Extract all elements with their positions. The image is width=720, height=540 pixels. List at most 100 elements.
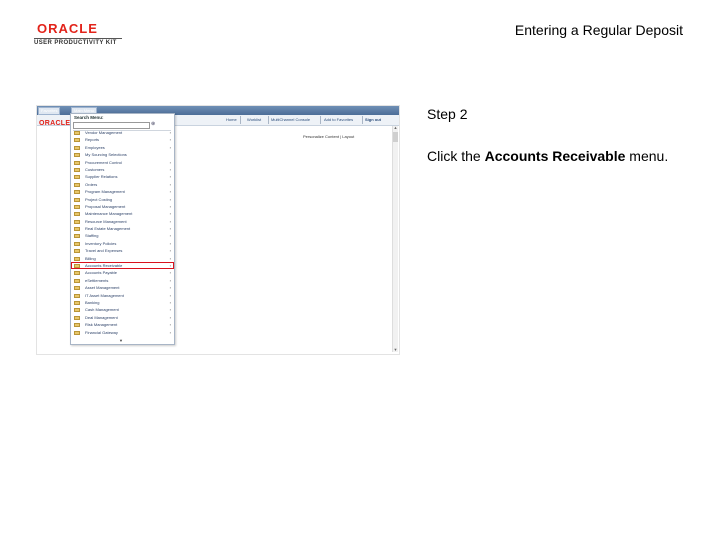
menu-item[interactable]: Banking ›	[71, 299, 174, 306]
folder-icon	[74, 167, 80, 172]
submenu-arrow-icon: ›	[169, 218, 171, 224]
menu-item-label: Accounts Receivable	[85, 263, 123, 269]
folder-icon	[74, 227, 80, 232]
menu-item[interactable]: Supplier Relations ›	[71, 173, 174, 180]
folder-icon	[74, 182, 80, 187]
submenu-arrow-icon: ›	[169, 189, 171, 195]
document-title: Entering a Regular Deposit	[514, 22, 683, 38]
vertical-scrollbar[interactable]: ▲ ▼	[392, 126, 398, 352]
menu-item[interactable]: Orders ›	[71, 181, 174, 188]
menu-search-go-icon[interactable]: ⊛	[151, 121, 155, 127]
menu-item-label: Asset Management	[85, 285, 120, 291]
menu-item-label: Travel and Expenses	[85, 248, 123, 254]
submenu-arrow-icon: ›	[169, 255, 171, 261]
menu-item-label: Inventory Policies	[85, 240, 117, 246]
logo-upk-text: USER PRODUCTIVITY KIT	[34, 38, 122, 46]
folder-icon	[74, 323, 80, 328]
menu-item[interactable]: Staffing ›	[71, 232, 174, 239]
menu-item[interactable]: Project Costing ›	[71, 196, 174, 203]
menu-item[interactable]: Reports ›	[71, 136, 174, 143]
menu-item[interactable]: Customers ›	[71, 166, 174, 173]
menu-item-label: Staffing	[85, 233, 99, 239]
nav-add-favorites-link[interactable]: Add to Favorites	[324, 117, 353, 122]
menu-item-label: Vendor Management	[85, 130, 123, 135]
menu-item[interactable]: Travel and Expenses ›	[71, 247, 174, 254]
menu-item[interactable]: Vendor Management ›	[71, 129, 174, 136]
submenu-arrow-icon: ›	[169, 299, 171, 305]
folder-icon	[74, 212, 80, 217]
oracle-upk-logo: ORACLE USER PRODUCTIVITY KIT	[34, 22, 124, 48]
submenu-arrow-icon: ›	[169, 130, 171, 135]
submenu-arrow-icon: ›	[169, 329, 171, 335]
menu-item[interactable]: IT Asset Management ›	[71, 292, 174, 299]
menu-item[interactable]: eSettlements ›	[71, 277, 174, 284]
scroll-up-arrow-icon[interactable]: ▲	[393, 126, 398, 130]
menu-item[interactable]: Procurement Control ›	[71, 159, 174, 166]
menu-more-down-icon[interactable]: ▼	[119, 338, 123, 343]
submenu-arrow-icon: ›	[169, 307, 171, 313]
submenu-arrow-icon: ›	[169, 159, 171, 165]
menu-item[interactable]: Cash Management ›	[71, 306, 174, 313]
submenu-arrow-icon: ›	[169, 137, 171, 143]
folder-icon	[74, 300, 80, 305]
menu-item-accounts-receivable[interactable]: Accounts Receivable ›	[71, 262, 174, 270]
submenu-arrow-icon: ›	[169, 240, 171, 246]
folder-icon	[74, 249, 80, 254]
menu-item[interactable]: Employees ›	[71, 144, 174, 151]
breadcrumb-favorites[interactable]: Favorites	[38, 107, 61, 115]
submenu-arrow-icon: ›	[169, 314, 171, 320]
menu-item-label: eSettlements	[85, 277, 109, 283]
menu-item-label: Deal Management	[85, 314, 118, 320]
menu-item[interactable]: Financial Gateway ›	[71, 329, 174, 336]
folder-icon	[74, 308, 80, 313]
folder-icon	[74, 256, 80, 261]
submenu-arrow-icon: ›	[169, 263, 171, 269]
folder-icon	[74, 293, 80, 298]
folder-icon	[74, 145, 80, 150]
menu-item[interactable]: Real Estate Management ›	[71, 225, 174, 232]
menu-item-label: Billing	[85, 255, 96, 261]
menu-item-label: Resource Management	[85, 218, 127, 224]
folder-icon	[74, 160, 80, 165]
nav-multichannel-link[interactable]: MultiChannel Console	[271, 117, 310, 122]
step-instruction: Click the Accounts Receivable menu.	[427, 148, 668, 164]
menu-item-label: Proposal Management	[85, 203, 126, 209]
menu-search-input[interactable]	[73, 122, 150, 129]
menu-item[interactable]: Proposal Management ›	[71, 203, 174, 210]
submenu-arrow-icon: ›	[169, 270, 171, 276]
menu-item[interactable]: Asset Management ›	[71, 284, 174, 291]
menu-item-label: Real Estate Management	[85, 226, 131, 232]
menu-item-label: Orders	[85, 181, 98, 187]
menu-item[interactable]: Inventory Policies ›	[71, 240, 174, 247]
menu-item[interactable]: Risk Management ›	[71, 321, 174, 328]
scrollbar-thumb[interactable]	[393, 132, 398, 142]
menu-item-label: Project Costing	[85, 196, 113, 202]
menu-item-label: Employees	[85, 144, 105, 150]
menu-item-list: Vendor Management › Reports › Employees › My S…	[71, 129, 174, 336]
menu-item[interactable]: My Sourcing Selections	[71, 151, 174, 158]
menu-item[interactable]: Resource Management ›	[71, 218, 174, 225]
menu-item-label: IT Asset Management	[85, 292, 124, 298]
menu-item[interactable]: Billing ›	[71, 255, 174, 262]
personalize-link[interactable]: Personalize Content | Layout	[303, 134, 354, 139]
folder-icon	[74, 153, 80, 158]
submenu-arrow-icon: ›	[169, 203, 171, 209]
folder-icon	[74, 190, 80, 195]
menu-item[interactable]: Program Management ›	[71, 188, 174, 195]
menu-item[interactable]: Accounts Payable ›	[71, 269, 174, 276]
scroll-down-arrow-icon[interactable]: ▼	[393, 348, 398, 352]
submenu-arrow-icon: ›	[169, 233, 171, 239]
folder-icon	[74, 315, 80, 320]
folder-icon	[74, 271, 80, 276]
submenu-arrow-icon: ›	[169, 174, 171, 180]
folder-icon	[74, 264, 80, 269]
nav-sign-out-link[interactable]: Sign out	[365, 117, 381, 122]
nav-worklist-link[interactable]: Worklist	[247, 117, 261, 122]
menu-item-label: Cash Management	[85, 307, 119, 313]
nav-home-link[interactable]: Home	[226, 117, 237, 122]
menu-item[interactable]: Maintenance Management ›	[71, 210, 174, 217]
submenu-arrow-icon: ›	[169, 277, 171, 283]
menu-item-label: Risk Management	[85, 322, 118, 328]
menu-item-label: My Sourcing Selections	[85, 152, 127, 158]
menu-item[interactable]: Deal Management ›	[71, 314, 174, 321]
